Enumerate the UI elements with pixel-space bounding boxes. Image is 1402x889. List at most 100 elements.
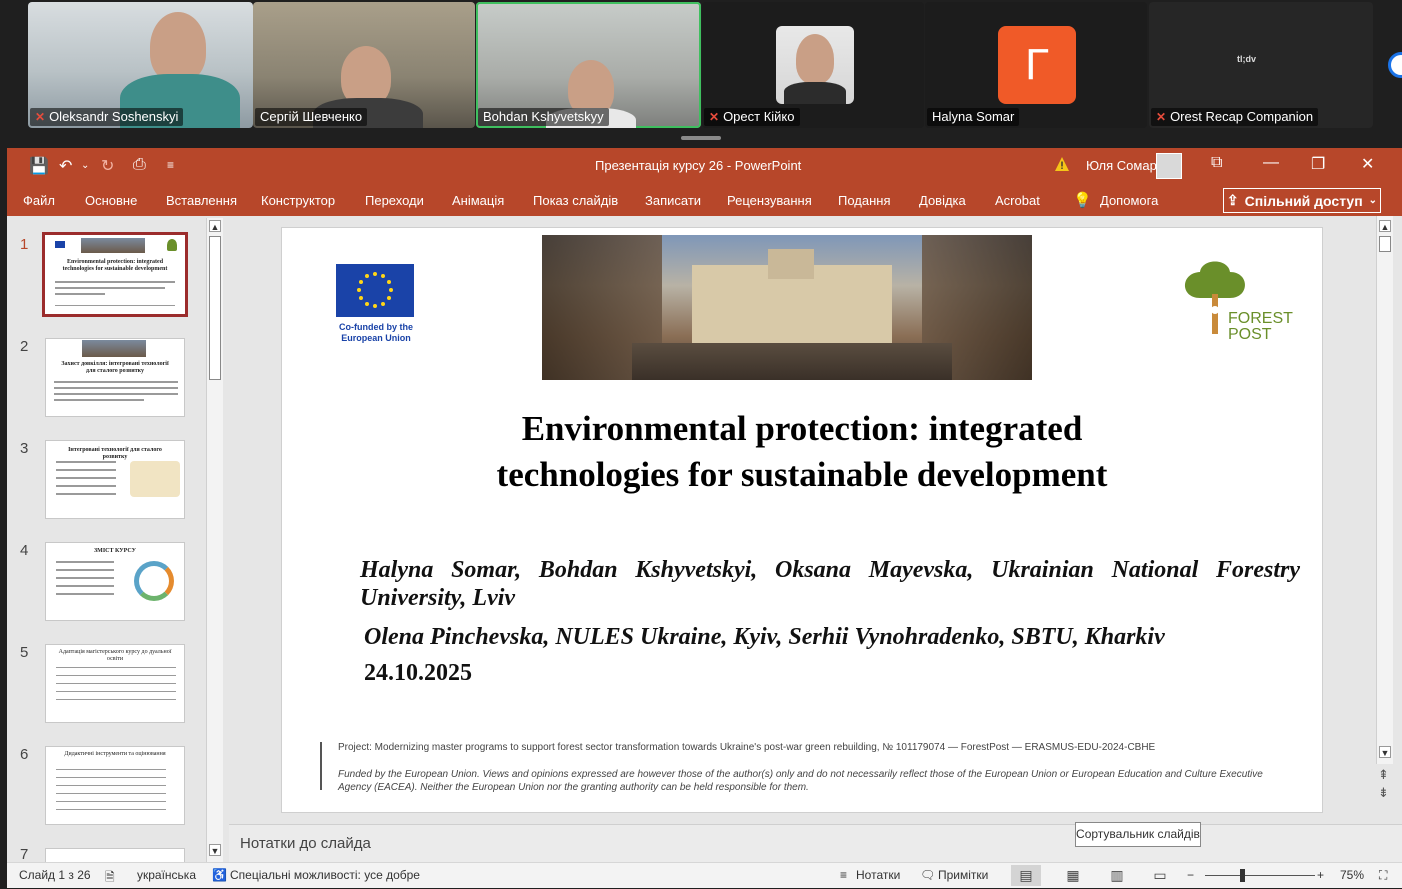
slide-counter[interactable]: Слайд 1 з 26 <box>19 868 91 882</box>
fit-to-window-icon[interactable]: ⛶ <box>1379 868 1387 883</box>
slide-thumbnail-7[interactable] <box>45 848 185 862</box>
participant-tile-2[interactable]: Сергій Шевченко <box>253 2 475 128</box>
participant-name-tag: ✕ Орест Кійко <box>704 108 800 126</box>
powerpoint-window: 💾 ↶ ⌄ ↻ ⎙ ≡ Презентація курсу 26 - Power… <box>7 148 1402 888</box>
print-preview-icon[interactable]: ⎙ <box>133 156 146 174</box>
thumb-title: ЗМІСТ КУРСУ <box>93 548 137 554</box>
slide-thumbnail-6[interactable]: Дидактичні інструменти та оцінювання <box>45 746 185 825</box>
save-icon[interactable]: 💾 <box>29 156 49 176</box>
eu-caption: Co-funded by the European Union <box>339 322 413 343</box>
thumb-text-line <box>56 485 116 487</box>
tab-tell-me[interactable]: Допомога <box>1100 193 1158 208</box>
undo-dropdown-icon[interactable]: ⌄ <box>81 160 89 171</box>
mic-off-icon: ✕ <box>709 110 720 124</box>
scroll-up-icon[interactable]: ▲ <box>209 220 221 232</box>
project-footer[interactable]: Project: Modernizing master programs to … <box>338 742 1298 753</box>
thumb-text-line <box>56 675 176 676</box>
minimize-icon[interactable]: — <box>1263 154 1279 172</box>
participant-tile-1[interactable]: ✕ Oleksandr Soshenskyi <box>28 2 253 128</box>
spellcheck-icon[interactable]: 🗎 <box>105 868 115 889</box>
undo-icon[interactable]: ↶ <box>59 156 72 176</box>
tab-home[interactable]: Основне <box>85 193 137 208</box>
participant-name-tag: ✕ Oleksandr Soshenskyi <box>30 108 184 126</box>
tab-file[interactable]: Файл <box>23 193 55 208</box>
slide-sorter-button[interactable]: ▦ <box>1058 865 1088 886</box>
language-label[interactable]: українська <box>137 868 196 882</box>
current-slide[interactable]: Co-funded by the European Union FOREST P… <box>282 228 1322 812</box>
slide-title[interactable]: Environmental protection: integrated tec… <box>382 406 1222 498</box>
notes-icon[interactable]: ≡ <box>840 868 847 882</box>
tab-design[interactable]: Конструктор <box>261 193 335 208</box>
accessibility-icon[interactable]: ♿ <box>212 868 227 882</box>
zoom-slider[interactable] <box>1205 875 1315 876</box>
notes-placeholder[interactable]: Нотатки до слайда <box>240 835 371 852</box>
slide-thumbnail-2[interactable]: Захист довкілля: інтегровані технології … <box>45 338 185 417</box>
scroll-down-icon[interactable]: ▼ <box>209 844 221 856</box>
tab-acrobat[interactable]: Acrobat <box>995 193 1040 208</box>
tab-review[interactable]: Рецензування <box>727 193 812 208</box>
scroll-up-icon[interactable]: ▲ <box>1379 220 1391 232</box>
slide-thumbnail-3[interactable]: Інтегровані технології для сталого розви… <box>45 440 185 519</box>
presentation-date[interactable]: 24.10.2025 <box>364 660 472 687</box>
recap-logo: tl;dv <box>1237 54 1256 64</box>
scroll-down-icon[interactable]: ▼ <box>1379 746 1391 758</box>
tab-slideshow[interactable]: Показ слайдів <box>533 193 618 208</box>
thumb-title: Адаптація магістерського курсу до дуальн… <box>58 649 172 662</box>
tab-insert[interactable]: Вставлення <box>166 193 237 208</box>
tab-help[interactable]: Довідка <box>919 193 966 208</box>
ribbon-display-icon[interactable]: ⧉ <box>1211 154 1222 172</box>
slideshow-button[interactable]: ▭ <box>1145 865 1175 886</box>
slide-thumbnail-1[interactable]: Environmental protection: integrated tec… <box>42 232 188 317</box>
scrollbar-thumb[interactable] <box>1379 236 1391 252</box>
participant-tile-6[interactable]: tl;dv ✕ Orest Recap Companion <box>1149 2 1373 128</box>
thumb-title: Інтегровані технології для сталого розви… <box>68 447 162 460</box>
funding-disclaimer[interactable]: Funded by the European Union. Views and … <box>338 768 1298 794</box>
user-name[interactable]: Юля Сомар <box>1086 158 1157 173</box>
participant-face <box>150 12 206 82</box>
thumb-text-line <box>56 493 116 495</box>
thumb-text-line <box>56 593 114 595</box>
slide-scrollbar[interactable]: ▲ ▼ <box>1376 216 1393 764</box>
zoom-level[interactable]: 75% <box>1340 868 1364 882</box>
avatar-face <box>796 34 834 84</box>
tab-transitions[interactable]: Переходи <box>365 193 424 208</box>
thumbnails-scrollbar[interactable]: ▲ ▼ <box>206 218 223 862</box>
participant-tile-3[interactable]: Bohdan Kshyvetskyy <box>476 2 701 128</box>
tab-record[interactable]: Записати <box>645 193 701 208</box>
thumb-text-line <box>56 793 166 794</box>
close-icon[interactable]: ✕ <box>1361 154 1374 174</box>
slide-thumbnail-5[interactable]: Адаптація магістерського курсу до дуальн… <box>45 644 185 723</box>
thumb-text-line <box>56 667 176 668</box>
thumb-cycle-diagram <box>134 561 174 601</box>
notes-button[interactable]: Нотатки <box>856 868 900 882</box>
maximize-icon[interactable]: ❐ <box>1311 154 1325 174</box>
warning-icon[interactable] <box>1054 156 1070 172</box>
side-panel-button[interactable] <box>1388 52 1402 78</box>
strip-drag-handle[interactable] <box>681 136 721 140</box>
share-button[interactable]: ⇪ Спільний доступ ⌄ <box>1223 188 1381 213</box>
prev-next-slide-icons[interactable]: ⇞ ⇟ <box>1378 766 1389 802</box>
accessibility-status[interactable]: Спеціальні можливості: усе добре <box>230 868 420 882</box>
zoom-slider-knob[interactable] <box>1240 869 1245 882</box>
zoom-out-icon[interactable]: − <box>1187 868 1194 882</box>
authors-line-3[interactable]: Olena Pinchevska, NULES Ukraine, Kyiv, S… <box>364 623 1165 651</box>
tab-animations[interactable]: Анімація <box>452 193 504 208</box>
thumb-number: 6 <box>20 746 29 763</box>
authors-line-1[interactable]: Halyna Somar, Bohdan Kshyvetskyi, Oksana… <box>360 556 1300 584</box>
comments-button[interactable]: Примітки <box>938 868 988 882</box>
tab-view[interactable]: Подання <box>838 193 891 208</box>
slide-thumbnail-4[interactable]: ЗМІСТ КУРСУ <box>45 542 185 621</box>
share-icon: ⇪ <box>1226 192 1239 208</box>
zoom-in-icon[interactable]: + <box>1317 868 1324 882</box>
authors-line-2[interactable]: University, Lviv <box>360 584 515 612</box>
normal-view-button[interactable]: ▤ <box>1011 865 1041 886</box>
user-avatar[interactable] <box>1156 153 1182 179</box>
reading-view-button[interactable]: ▥ <box>1102 865 1132 886</box>
comments-icon[interactable]: 🗨 <box>920 868 935 882</box>
scrollbar-thumb[interactable] <box>209 236 221 380</box>
notes-pane[interactable]: Нотатки до слайда <box>229 824 1402 862</box>
thumb-text-line <box>54 399 144 401</box>
lightbulb-icon[interactable]: 💡 <box>1073 191 1092 209</box>
redo-icon[interactable]: ↻ <box>101 156 114 176</box>
customize-toolbar-icon[interactable]: ≡ <box>167 158 174 172</box>
